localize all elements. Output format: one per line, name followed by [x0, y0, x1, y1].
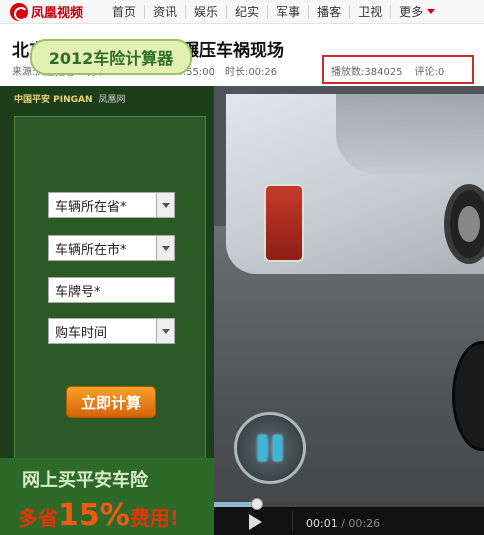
plate-number-placeholder: 车牌号*	[55, 284, 101, 300]
logo-text: 凤凰视频	[31, 6, 84, 21]
play-count: 播放数:384025	[331, 67, 403, 78]
bus-wheel	[444, 184, 484, 264]
nav-item-documentary[interactable]: 纪实	[226, 4, 267, 19]
nav-item-news[interactable]: 资讯	[144, 4, 185, 19]
ifeng-logo: 凤凰网	[98, 95, 126, 105]
plate-number-input[interactable]: 车牌号*	[48, 277, 175, 303]
time-separator: /	[341, 517, 345, 530]
current-time: 00:01	[306, 517, 338, 530]
chevron-down-icon	[161, 328, 170, 334]
province-select[interactable]: 车辆所在省*	[48, 192, 175, 218]
site-logo[interactable]: 凤凰视频	[0, 0, 104, 24]
calculate-button[interactable]: 立即计算	[66, 386, 156, 418]
ad-slogan-post: 费用!	[129, 506, 179, 530]
dropdown-button[interactable]	[156, 319, 174, 343]
pause-button[interactable]	[234, 412, 306, 484]
progress-bar[interactable]	[214, 498, 484, 510]
province-select-label: 车辆所在省*	[55, 199, 127, 215]
time-display: 00:01 / 00:26	[306, 517, 380, 530]
total-time: 00:26	[348, 517, 381, 530]
purchase-date-select[interactable]: 购车时间	[48, 318, 175, 344]
bus-roof	[336, 94, 484, 174]
ad-slogan-pre: 多省	[18, 506, 58, 530]
phoenix-logo-icon	[10, 2, 28, 21]
ad-brand: 中国平安 PINGAN 凤凰网	[14, 92, 126, 105]
nav-item-entertainment[interactable]: 娱乐	[185, 4, 226, 19]
chevron-down-icon	[427, 9, 436, 14]
top-nav: 凤凰视频 首页 资讯 娱乐 纪实 军事 播客 卫视 更多	[0, 0, 484, 24]
control-divider	[292, 511, 293, 531]
dropdown-button[interactable]	[156, 193, 174, 217]
purchase-date-label: 购车时间	[55, 325, 108, 341]
ad-slogan-percent: 15%	[58, 498, 130, 533]
video-player[interactable]: 00:01 / 00:26	[214, 86, 484, 535]
pause-icon	[258, 435, 282, 461]
ad-calculator-header: 2012车险计算器	[30, 39, 192, 75]
ad-slogan-line1: 网上买平安车险	[22, 470, 148, 491]
nav-menu: 首页 资讯 娱乐 纪实 军事 播客 卫视 更多	[104, 0, 443, 24]
nav-item-more[interactable]: 更多	[390, 4, 443, 19]
chevron-down-icon	[161, 202, 170, 208]
city-select[interactable]: 车辆所在市*	[48, 235, 175, 261]
bus-taillight	[264, 184, 304, 262]
comment-count[interactable]: 评论:0	[415, 63, 445, 78]
dropdown-button[interactable]	[156, 236, 174, 260]
nav-item-home[interactable]: 首页	[104, 5, 144, 19]
video-stats: 播放数:384025 评论:0	[331, 63, 444, 78]
nav-more-label: 更多	[399, 4, 424, 19]
nav-item-military[interactable]: 军事	[267, 4, 308, 19]
nav-item-podcast[interactable]: 播客	[308, 4, 349, 19]
video-frame-bus	[226, 94, 484, 274]
pingan-logo: 中国平安 PINGAN	[14, 95, 93, 105]
nav-item-satellite-tv[interactable]: 卫视	[349, 4, 390, 19]
city-select-label: 车辆所在市*	[55, 242, 127, 258]
chevron-down-icon	[161, 245, 170, 251]
ad-slogan-line2: 多省15%费用!	[18, 498, 179, 533]
play-icon[interactable]	[249, 514, 262, 530]
video-duration: 时长:00:26	[224, 67, 278, 78]
